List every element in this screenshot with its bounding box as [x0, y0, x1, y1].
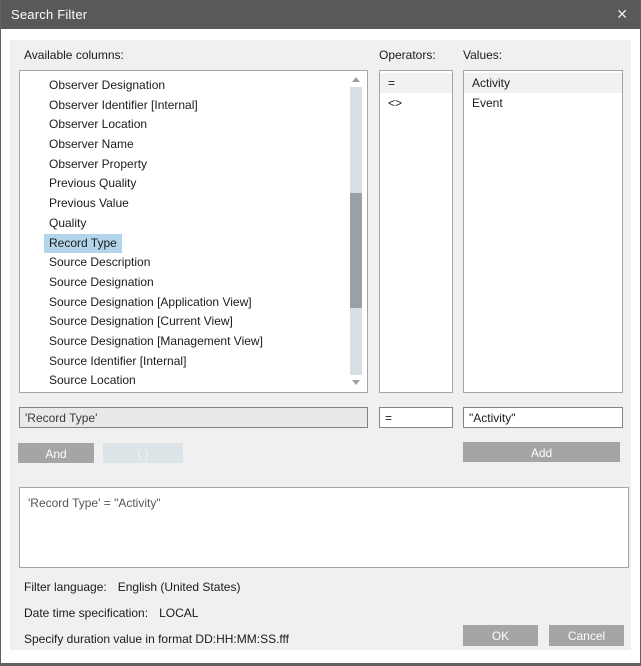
duration-note: Specify duration value in format DD:HH:M…	[24, 632, 289, 646]
list-item[interactable]: Quality	[20, 214, 367, 234]
list-item[interactable]: Source Identifier [Internal]	[20, 352, 367, 372]
list-item[interactable]: Source Location	[20, 371, 367, 391]
date-time-label: Date time specification:	[24, 606, 148, 620]
triangle-up-icon	[352, 77, 360, 82]
list-item[interactable]: Observer Property	[20, 155, 367, 175]
date-time-row: Date time specification: LOCAL	[24, 606, 198, 620]
list-item[interactable]: Activity	[464, 73, 622, 93]
list-item-label: Source Location	[44, 371, 141, 390]
values-label: Values:	[463, 48, 502, 62]
values-list: Activity Event	[463, 70, 623, 393]
list-item-label: Source Description	[44, 253, 155, 272]
operator-field[interactable]	[379, 407, 453, 428]
list-item[interactable]: Observer Designation	[20, 76, 367, 96]
list-item[interactable]: Record Type	[20, 234, 367, 254]
operators-label: Operators:	[379, 48, 436, 62]
filter-language-row: Filter language: English (United States)	[24, 580, 240, 594]
list-item-label: Quality	[44, 214, 91, 233]
filter-language-label: Filter language:	[24, 580, 107, 594]
filter-expression-box[interactable]	[19, 487, 629, 568]
list-item[interactable]: Observer Name	[20, 135, 367, 155]
list-item-label: <>	[388, 96, 402, 110]
parentheses-button[interactable]: ( )	[103, 443, 183, 463]
available-columns-list: Observer DesignationObserver Identifier …	[19, 70, 368, 393]
list-item[interactable]: =	[380, 73, 452, 93]
operators-list: = <>	[379, 70, 453, 393]
list-item-label: Previous Value	[44, 194, 134, 213]
close-icon[interactable]: ✕	[616, 6, 628, 22]
value-field[interactable]	[463, 407, 623, 428]
triangle-down-icon	[352, 380, 360, 385]
scroll-up-button[interactable]	[350, 71, 362, 86]
column-field[interactable]	[19, 407, 368, 428]
list-item-label: Activity	[472, 76, 510, 90]
list-item[interactable]: <>	[380, 93, 452, 113]
list-item[interactable]: Previous Quality	[20, 174, 367, 194]
list-item-label: Observer Location	[44, 115, 152, 134]
list-item-label: Observer Designation	[44, 76, 170, 95]
list-item-label: Observer Property	[44, 155, 152, 174]
scrollbar-track[interactable]	[350, 87, 362, 375]
list-item-label: Source Identifier [Internal]	[44, 352, 191, 371]
list-item[interactable]: Previous Value	[20, 194, 367, 214]
list-item[interactable]: Source Designation	[20, 273, 367, 293]
list-item-label: =	[388, 76, 395, 90]
ok-button[interactable]: OK	[463, 625, 538, 646]
add-button[interactable]: Add	[463, 442, 620, 462]
list-item-label: Observer Name	[44, 135, 139, 154]
list-item-label: Previous Quality	[44, 174, 141, 193]
and-button[interactable]: And	[18, 443, 94, 463]
scrollbar-thumb[interactable]	[350, 193, 362, 308]
window-title: Search Filter	[11, 7, 87, 22]
list-item-label: Source Designation [Management View]	[44, 332, 268, 351]
list-item-label: Source Designation	[44, 273, 159, 292]
list-item-label: Source Designation [Application View]	[44, 293, 257, 312]
list-item[interactable]: Source Designation [Current View]	[20, 312, 367, 332]
list-item[interactable]: Observer Identifier [Internal]	[20, 96, 367, 116]
columns-list-scrollbar[interactable]	[350, 71, 362, 390]
list-item[interactable]: Source Designation [Application View]	[20, 293, 367, 313]
list-item-label: Record Type	[44, 234, 122, 253]
search-filter-dialog: Search Filter ✕ Available columns: Opera…	[0, 0, 641, 666]
list-item-label: Observer Identifier [Internal]	[44, 96, 203, 115]
date-time-value: LOCAL	[159, 606, 198, 620]
list-item[interactable]: Observer Location	[20, 115, 367, 135]
cancel-button[interactable]: Cancel	[549, 625, 624, 646]
list-item-label: Event	[472, 96, 503, 110]
list-item[interactable]: Source Designation [Management View]	[20, 332, 367, 352]
filter-language-value: English (United States)	[118, 580, 241, 594]
list-item[interactable]: Event	[464, 93, 622, 113]
list-item[interactable]: Source Description	[20, 253, 367, 273]
list-item-label: Source Designation [Current View]	[44, 312, 238, 331]
available-columns-label: Available columns:	[24, 48, 124, 62]
scroll-down-button[interactable]	[350, 375, 362, 390]
titlebar: Search Filter ✕	[0, 0, 641, 29]
